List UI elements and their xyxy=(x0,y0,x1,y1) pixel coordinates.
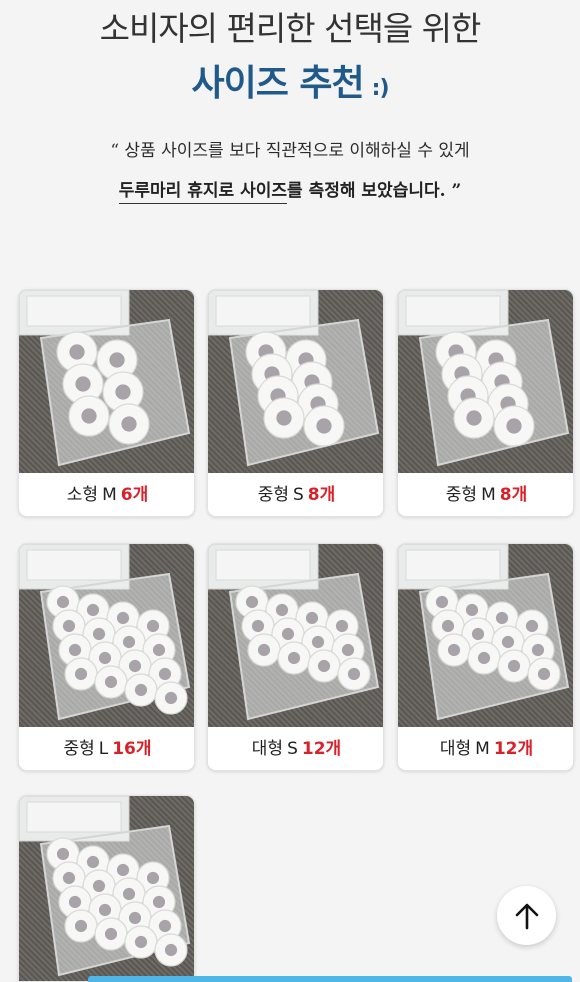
toilet-roll-icon xyxy=(154,933,188,967)
smiley-text: :) xyxy=(371,76,390,101)
card-size: M xyxy=(475,739,490,759)
drawer-photo-graphic xyxy=(208,544,380,721)
toilet-roll-icon xyxy=(263,397,305,439)
size-card-1[interactable]: 중형 S 8개 xyxy=(207,289,384,517)
quote-line-2: 두루마리 휴지로 사이즈를 측정해 보았습니다. ” xyxy=(0,176,580,204)
toilet-roll-icon xyxy=(94,917,128,951)
toilet-roll-icon xyxy=(493,405,535,447)
card-size: M xyxy=(102,485,117,505)
toilet-roll-icon xyxy=(307,649,341,683)
drawer-photo-graphic xyxy=(19,796,191,977)
size-card-0[interactable]: 소형 M 6개 xyxy=(18,289,195,517)
size-card-label: 대형 M 12개 xyxy=(398,727,573,770)
page-header: 소비자의 편리한 선택을 위한 사이즈 추천:) “ 상품 사이즈를 보다 직관… xyxy=(0,0,580,260)
toilet-roll-icon xyxy=(64,657,98,691)
drawer-photo xyxy=(398,290,573,473)
subtitle-text: 사이즈 추천 xyxy=(191,63,365,104)
toilet-roll-icon xyxy=(68,395,110,437)
drawer-photo xyxy=(208,290,383,473)
drawer-photo xyxy=(19,290,194,473)
card-size: M xyxy=(481,485,496,505)
size-card-3[interactable]: 중형 L 16개 xyxy=(18,543,195,771)
size-card-label: 중형 S 8개 xyxy=(208,473,383,516)
toilet-roll-icon xyxy=(94,665,128,699)
drawer-photo-graphic xyxy=(398,544,570,721)
toilet-roll-icon xyxy=(303,405,345,447)
card-type: 중형 xyxy=(257,485,289,505)
drawer-photo-graphic xyxy=(208,290,380,467)
card-type: 대형 xyxy=(439,739,472,759)
toilet-roll-icon xyxy=(497,649,531,683)
toilet-roll-icon xyxy=(467,641,501,675)
drawer-photo xyxy=(19,544,194,727)
card-type: 중형 xyxy=(445,485,478,505)
quote-line-1: “ 상품 사이즈를 보다 직관적으로 이해하실 수 있게 xyxy=(110,141,470,161)
page-subtitle: 사이즈 추천:) xyxy=(0,54,580,106)
drawer-photo-graphic xyxy=(19,290,191,467)
card-size: L xyxy=(98,739,109,759)
bottom-bar xyxy=(88,976,572,982)
toilet-roll-icon xyxy=(124,673,158,707)
toilet-roll-icon xyxy=(124,925,158,959)
page-title: 소비자의 편리한 선택을 위한 xyxy=(99,9,482,48)
toilet-roll-icon xyxy=(527,657,561,691)
scroll-to-top-button[interactable] xyxy=(497,886,556,945)
size-card-label: 중형 M 8개 xyxy=(398,473,573,516)
toilet-roll-icon xyxy=(277,641,311,675)
drawer-photo xyxy=(208,544,383,727)
toilet-roll-icon xyxy=(247,633,281,667)
size-card-label: 소형 M 6개 xyxy=(19,473,194,516)
toilet-roll-icon xyxy=(64,909,98,943)
card-type: 소형 xyxy=(66,485,99,505)
card-count: 6개 xyxy=(120,485,149,505)
card-type: 중형 xyxy=(63,739,95,759)
card-size: S xyxy=(287,739,298,759)
size-card-5[interactable]: 대형 M 12개 xyxy=(397,543,574,771)
toilet-roll-icon xyxy=(337,657,371,691)
card-count: 12개 xyxy=(493,739,534,759)
drawer-photo xyxy=(398,544,573,727)
card-size: S xyxy=(293,485,304,505)
arrow-up-icon xyxy=(515,903,538,929)
quote-rest-text: 를 측정해 보았습니다. ” xyxy=(287,181,462,201)
size-card-2[interactable]: 중형 M 8개 xyxy=(397,289,574,517)
size-card-label: 대형 S 12개 xyxy=(208,727,383,770)
card-count: 8개 xyxy=(499,485,528,505)
drawer-photo xyxy=(19,796,194,981)
card-count: 16개 xyxy=(112,739,152,759)
card-type: 대형 xyxy=(251,739,284,759)
toilet-roll-icon xyxy=(453,397,495,439)
toilet-roll-icon xyxy=(108,403,150,445)
size-card-4[interactable]: 대형 S 12개 xyxy=(207,543,384,771)
toilet-roll-icon xyxy=(154,681,188,715)
size-card-6[interactable] xyxy=(18,795,195,982)
drawer-photo-graphic xyxy=(19,544,191,721)
card-count: 12개 xyxy=(301,739,342,759)
card-count: 8개 xyxy=(307,485,336,505)
toilet-roll-icon xyxy=(437,633,471,667)
quote-underlined-text: 두루마리 휴지로 사이즈 xyxy=(118,181,288,204)
drawer-photo-graphic xyxy=(398,290,570,467)
size-card-label: 중형 L 16개 xyxy=(19,727,194,770)
